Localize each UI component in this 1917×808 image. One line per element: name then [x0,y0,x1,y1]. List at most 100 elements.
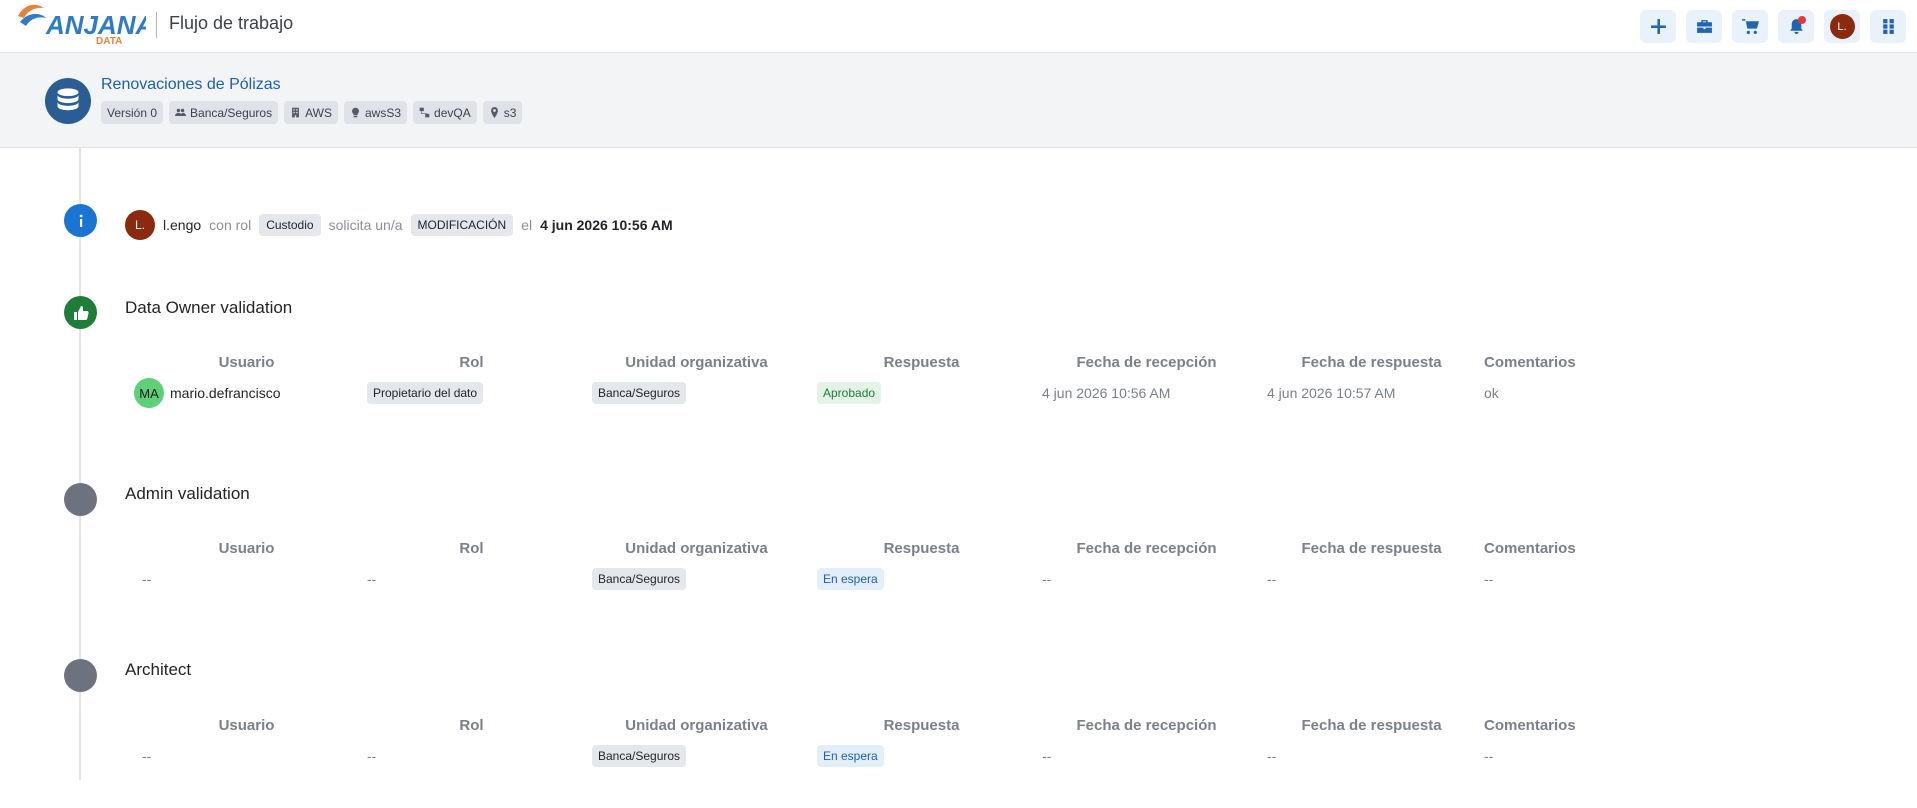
pending-node-icon [64,483,97,516]
database-icon [45,78,91,124]
technology-chip: awsS3 [344,101,408,124]
column-header: Rol [459,353,484,371]
anjana-logo[interactable]: ANJANA DATA [14,2,154,47]
stage-title: Data Owner validation [125,298,293,317]
location-icon [490,107,498,118]
briefcase-button[interactable] [1686,10,1722,43]
column-header: Usuario [218,716,275,734]
plus-icon [1650,19,1666,34]
validators-table: Usuario Rol Unidad organizativa Respuest… [134,537,1584,599]
stage-title: Admin validation [125,484,250,503]
column-header: Unidad organizativa [625,716,768,734]
request-date: 4 jun 2026 10:56 AM [540,217,673,233]
request-summary: L. l.engo con rol Custodio solicita un/a… [125,210,673,240]
environment-chip: devQA [413,101,477,124]
validator-user: -- [142,748,152,764]
logo-separator [156,12,157,38]
table-row: MA mario.defrancisco Propietario del dat… [134,373,1584,413]
org-unit-badge: Banca/Seguros [592,568,687,590]
notifications-button[interactable] [1778,10,1814,43]
avatar: MA [134,378,164,408]
validator-role: -- [367,571,377,587]
response-date: -- [1267,571,1277,587]
comment: ok [1484,385,1499,401]
add-button[interactable] [1640,10,1676,43]
avatar: L. [1829,14,1855,39]
received-date: -- [1042,748,1052,764]
on-text: el [521,217,533,233]
table-header-row: Usuario Rol Unidad organizativa Respuest… [134,351,1584,373]
status-badge: Aprobado [817,382,882,404]
column-header: Unidad organizativa [625,353,768,371]
role-badge: Custodio [259,214,321,236]
column-header: Comentarios [1484,539,1576,557]
received-date: -- [1042,571,1052,587]
column-header: Respuesta [883,353,960,371]
cart-button[interactable] [1732,10,1768,43]
response-date: -- [1267,748,1277,764]
asset-chips: Versión 0 Banca/Seguros AWS awsS3 devQA … [101,101,523,124]
requester-user: l.engo [163,217,202,233]
asset-name-link[interactable]: Renovaciones de Pólizas [101,76,281,94]
column-header: Fecha de recepción [1076,716,1217,734]
pending-node-icon [64,659,97,692]
column-header: Usuario [218,539,275,557]
users-icon [175,108,187,116]
status-badge: En espera [817,568,884,590]
location-chip: s3 [482,101,523,124]
table-header-row: Usuario Rol Unidad organizativa Respuest… [134,537,1584,559]
with-role-text: con rol [209,217,252,233]
stage-title: Architect [125,660,192,679]
cart-icon [1741,19,1759,34]
grid-icon [1882,19,1894,34]
top-bar: ANJANA DATA Flujo de trabajo L. [0,0,1917,53]
column-header: Comentarios [1484,353,1576,371]
info-icon [64,204,97,237]
network-icon [419,107,430,118]
column-header: Fecha de respuesta [1301,716,1442,734]
table-row: -- -- Banca/Seguros En espera -- -- -- [134,736,1584,776]
requests-text: solicita un/a [328,217,403,233]
asset-banner: Renovaciones de Pólizas Versión 0 Banca/… [0,53,1917,148]
request-type-badge: MODIFICACIÓN [410,214,514,236]
user-menu-button[interactable]: L. [1824,10,1860,43]
briefcase-icon [1696,20,1712,33]
status-badge: En espera [817,745,884,767]
version-chip: Versión 0 [101,101,164,124]
svg-text:DATA: DATA [96,36,122,46]
column-header: Respuesta [883,716,960,734]
table-row: -- -- Banca/Seguros En espera -- -- -- [134,559,1584,599]
column-header: Unidad organizativa [625,539,768,557]
column-header: Fecha de respuesta [1301,539,1442,557]
validators-table: Usuario Rol Unidad organizativa Respuest… [134,351,1584,413]
validator-role: -- [367,748,377,764]
validators-table: Usuario Rol Unidad organizativa Respuest… [134,714,1584,776]
page-title: Flujo de trabajo [169,13,294,33]
org-unit-chip: Banca/Seguros [169,101,279,124]
column-header: Rol [459,716,484,734]
received-date: 4 jun 2026 10:56 AM [1042,385,1171,401]
building-icon [292,107,300,118]
role-badge: Propietario del dato [367,382,484,404]
apps-button[interactable] [1870,10,1906,43]
org-unit-badge: Banca/Seguros [592,382,687,404]
comment: -- [1484,748,1494,764]
response-date: 4 jun 2026 10:57 AM [1267,385,1396,401]
table-header-row: Usuario Rol Unidad organizativa Respuest… [134,714,1584,736]
column-header: Fecha de respuesta [1301,353,1442,371]
org-unit-badge: Banca/Seguros [592,745,687,767]
avatar: L. [125,210,155,240]
validator-user: -- [142,571,152,587]
column-header: Comentarios [1484,716,1576,734]
top-actions: L. [1640,10,1906,43]
bulb-icon [352,107,359,118]
column-header: Usuario [218,353,275,371]
column-header: Rol [459,539,484,557]
column-header: Respuesta [883,539,960,557]
comment: -- [1484,571,1494,587]
notification-dot [1798,16,1806,24]
column-header: Fecha de recepción [1076,353,1217,371]
provider-chip: AWS [284,101,338,124]
thumbs-up-icon [64,296,97,329]
column-header: Fecha de recepción [1076,539,1217,557]
